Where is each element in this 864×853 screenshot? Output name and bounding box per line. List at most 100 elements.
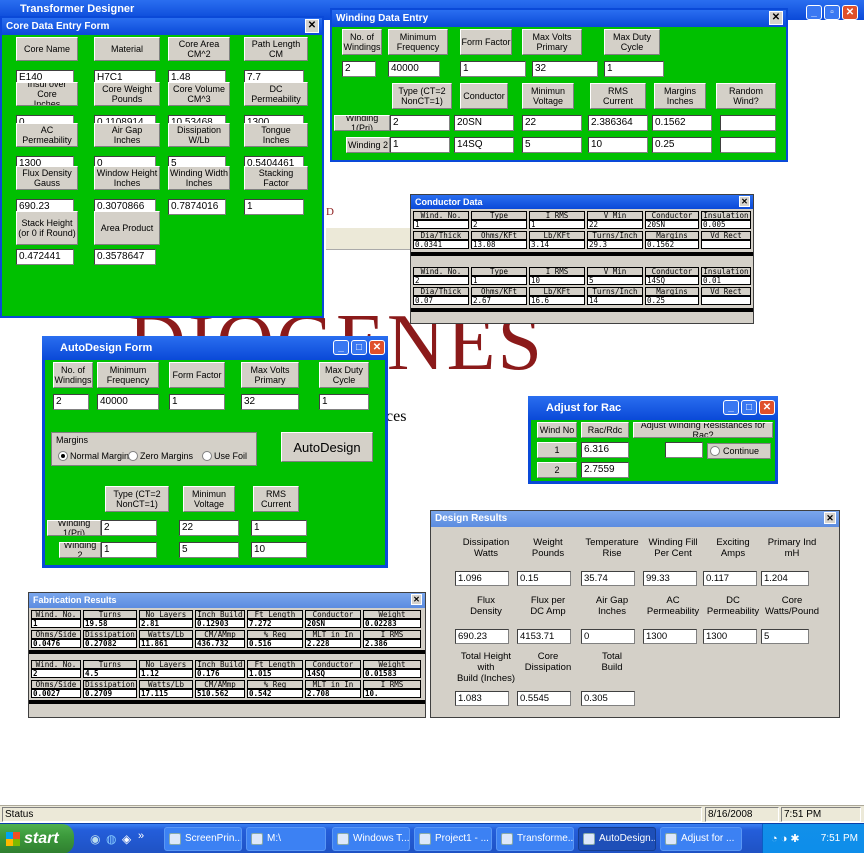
core-field-input[interactable]: 1 [244,199,304,215]
core-field-input[interactable]: 0.472441 [16,249,74,265]
autodesign-close-button[interactable]: ✕ [369,340,385,355]
taskbar-item[interactable]: AutoDesign... [578,827,656,851]
fab-separator [29,700,425,704]
core-field-input[interactable]: 0.3578647 [94,249,156,265]
autodesign-top-label: Max Duty Cycle [319,362,369,388]
conductor-close-button[interactable]: ✕ [739,196,750,207]
chevron-icon[interactable]: » [138,830,144,842]
winding-row-input[interactable]: 20SN [454,115,514,131]
winding-row-input[interactable] [720,137,776,153]
adjust-rac-input[interactable]: 2.7559 [581,462,629,478]
status-text: Status [2,807,702,822]
autodesign-top-input[interactable]: 32 [241,394,299,410]
autodesign-col-label: Type (CT=2 NonCT=1) [105,486,169,512]
core-titlebar[interactable]: Core Data Entry Form ✕ [2,18,322,35]
autodesign-row-label: Winding 1(Pri) [47,520,101,536]
design-label: Total Build [601,651,623,673]
ie-icon[interactable]: ◉ [90,832,100,846]
winding-top-input[interactable]: 1 [460,61,526,77]
winding-row-input[interactable]: 14SQ [454,137,514,153]
winding-row-input[interactable]: 1 [390,137,450,153]
autodesign-row-input[interactable]: 1 [101,542,157,558]
autodesign-row-input[interactable]: 1 [251,520,307,536]
conductor-cell: 1 [471,276,527,285]
margin-radio[interactable] [128,451,138,461]
autodesign-row-input[interactable]: 10 [251,542,307,558]
adjust-wind-header: Wind No [537,422,577,438]
core-title: Core Data Entry Form [6,21,110,32]
adjust-close-button[interactable]: ✕ [759,400,775,415]
winding-close-button[interactable]: ✕ [769,11,783,25]
autodesign-row-input[interactable]: 2 [101,520,157,536]
conductor-header: Insulation [701,267,751,276]
taskbar-item[interactable]: Windows T... [332,827,410,851]
fab-cell: 2.81 [139,619,193,628]
adjust-maximize-button[interactable]: □ [741,400,757,415]
autodesign-top-input[interactable]: 2 [53,394,89,410]
autodesign-row-input[interactable]: 22 [179,520,239,536]
continue-radio[interactable] [710,446,720,456]
winding-titlebar[interactable]: Winding Data Entry ✕ [332,10,786,27]
winding-row-input[interactable]: 22 [522,115,582,131]
adjust-minimize-button[interactable]: _ [723,400,739,415]
conductor-header: Margins [645,231,699,240]
restore-button[interactable]: ▫ [824,5,840,20]
taskbar-item[interactable]: Transforme... [496,827,574,851]
autodesign-minimize-button[interactable]: _ [333,340,349,355]
tray-icons[interactable]: ◔ ◑ ✱ [771,824,800,853]
fab-header: Watts/Lb [139,680,193,689]
winding-top-input[interactable]: 1 [604,61,664,77]
autodesign-row-label: Winding 2 [59,542,101,558]
autodesign-row-input[interactable]: 5 [179,542,239,558]
start-button[interactable]: start [0,824,74,853]
fab-cell: 14SQ [305,669,361,678]
minimize-button[interactable]: _ [806,5,822,20]
taskbar-item[interactable]: ScreenPrin... [164,827,242,851]
adjust-field[interactable] [665,442,703,458]
adjust-rac-input[interactable]: 6.316 [581,442,629,458]
winding-row-input[interactable]: 0.25 [652,137,712,153]
core-field-label: Flux Density Gauss [16,166,78,190]
fab-header: Watts/Lb [139,630,193,639]
conductor-separator [411,252,753,256]
core-field-input[interactable]: 0.7874016 [168,199,226,215]
winding-top-input[interactable]: 40000 [388,61,440,77]
design-close-button[interactable]: ✕ [824,512,836,524]
autodesign-maximize-button[interactable]: □ [351,340,367,355]
taskbar-item[interactable]: Adjust for ... [660,827,742,851]
winding-row-input[interactable]: 10 [588,137,648,153]
winding-form-body: No. of Windings Minimum Frequency Form Fac… [332,27,786,160]
autodesign-top-input[interactable]: 1 [169,394,225,410]
winding-top-label: Form Factor [460,29,512,55]
taskbar-item[interactable]: M:\ [246,827,326,851]
winding-top-input[interactable]: 32 [532,61,598,77]
fab-cell: 19.58 [83,619,137,628]
winding-row-input[interactable]: 5 [522,137,582,153]
margins-group: Margins Normal Margins Zero Margins Use Foi… [51,432,257,466]
winding-top-input[interactable]: 2 [342,61,376,77]
winding-row-input[interactable]: 2.386364 [588,115,648,131]
fab-cell: 11.861 [139,639,193,648]
taskbar-item[interactable]: Project1 - ... [414,827,492,851]
fab-header: I RMS [363,680,421,689]
autodesign-top-input[interactable]: 1 [319,394,369,410]
conductor-titlebar[interactable]: Conductor Data ✕ [411,195,753,209]
winding-row-label: Winding 2 [346,137,390,153]
fab-header: CM/AMmp [195,630,245,639]
fabrication-titlebar[interactable]: Fabrication Results ✕ [29,593,425,608]
design-titlebar[interactable]: Design Results ✕ [431,511,839,527]
autodesign-button[interactable]: AutoDesign [281,432,373,462]
winding-row-input[interactable] [720,115,776,131]
conductor-header: V Min [587,211,643,220]
media-icon[interactable]: ◈ [122,832,131,846]
fabrication-close-button[interactable]: ✕ [411,594,422,605]
margin-radio[interactable] [202,451,212,461]
winding-row-input[interactable]: 2 [390,115,450,131]
close-button[interactable]: ✕ [842,5,858,20]
conductor-header: Margins [645,287,699,296]
autodesign-top-input[interactable]: 40000 [97,394,159,410]
winding-row-input[interactable]: 0.1562 [652,115,712,131]
core-close-button[interactable]: ✕ [305,19,319,33]
autodesign-col-label: Minimun Voltage [183,486,235,512]
browser-icon[interactable]: ◍ [106,832,116,846]
